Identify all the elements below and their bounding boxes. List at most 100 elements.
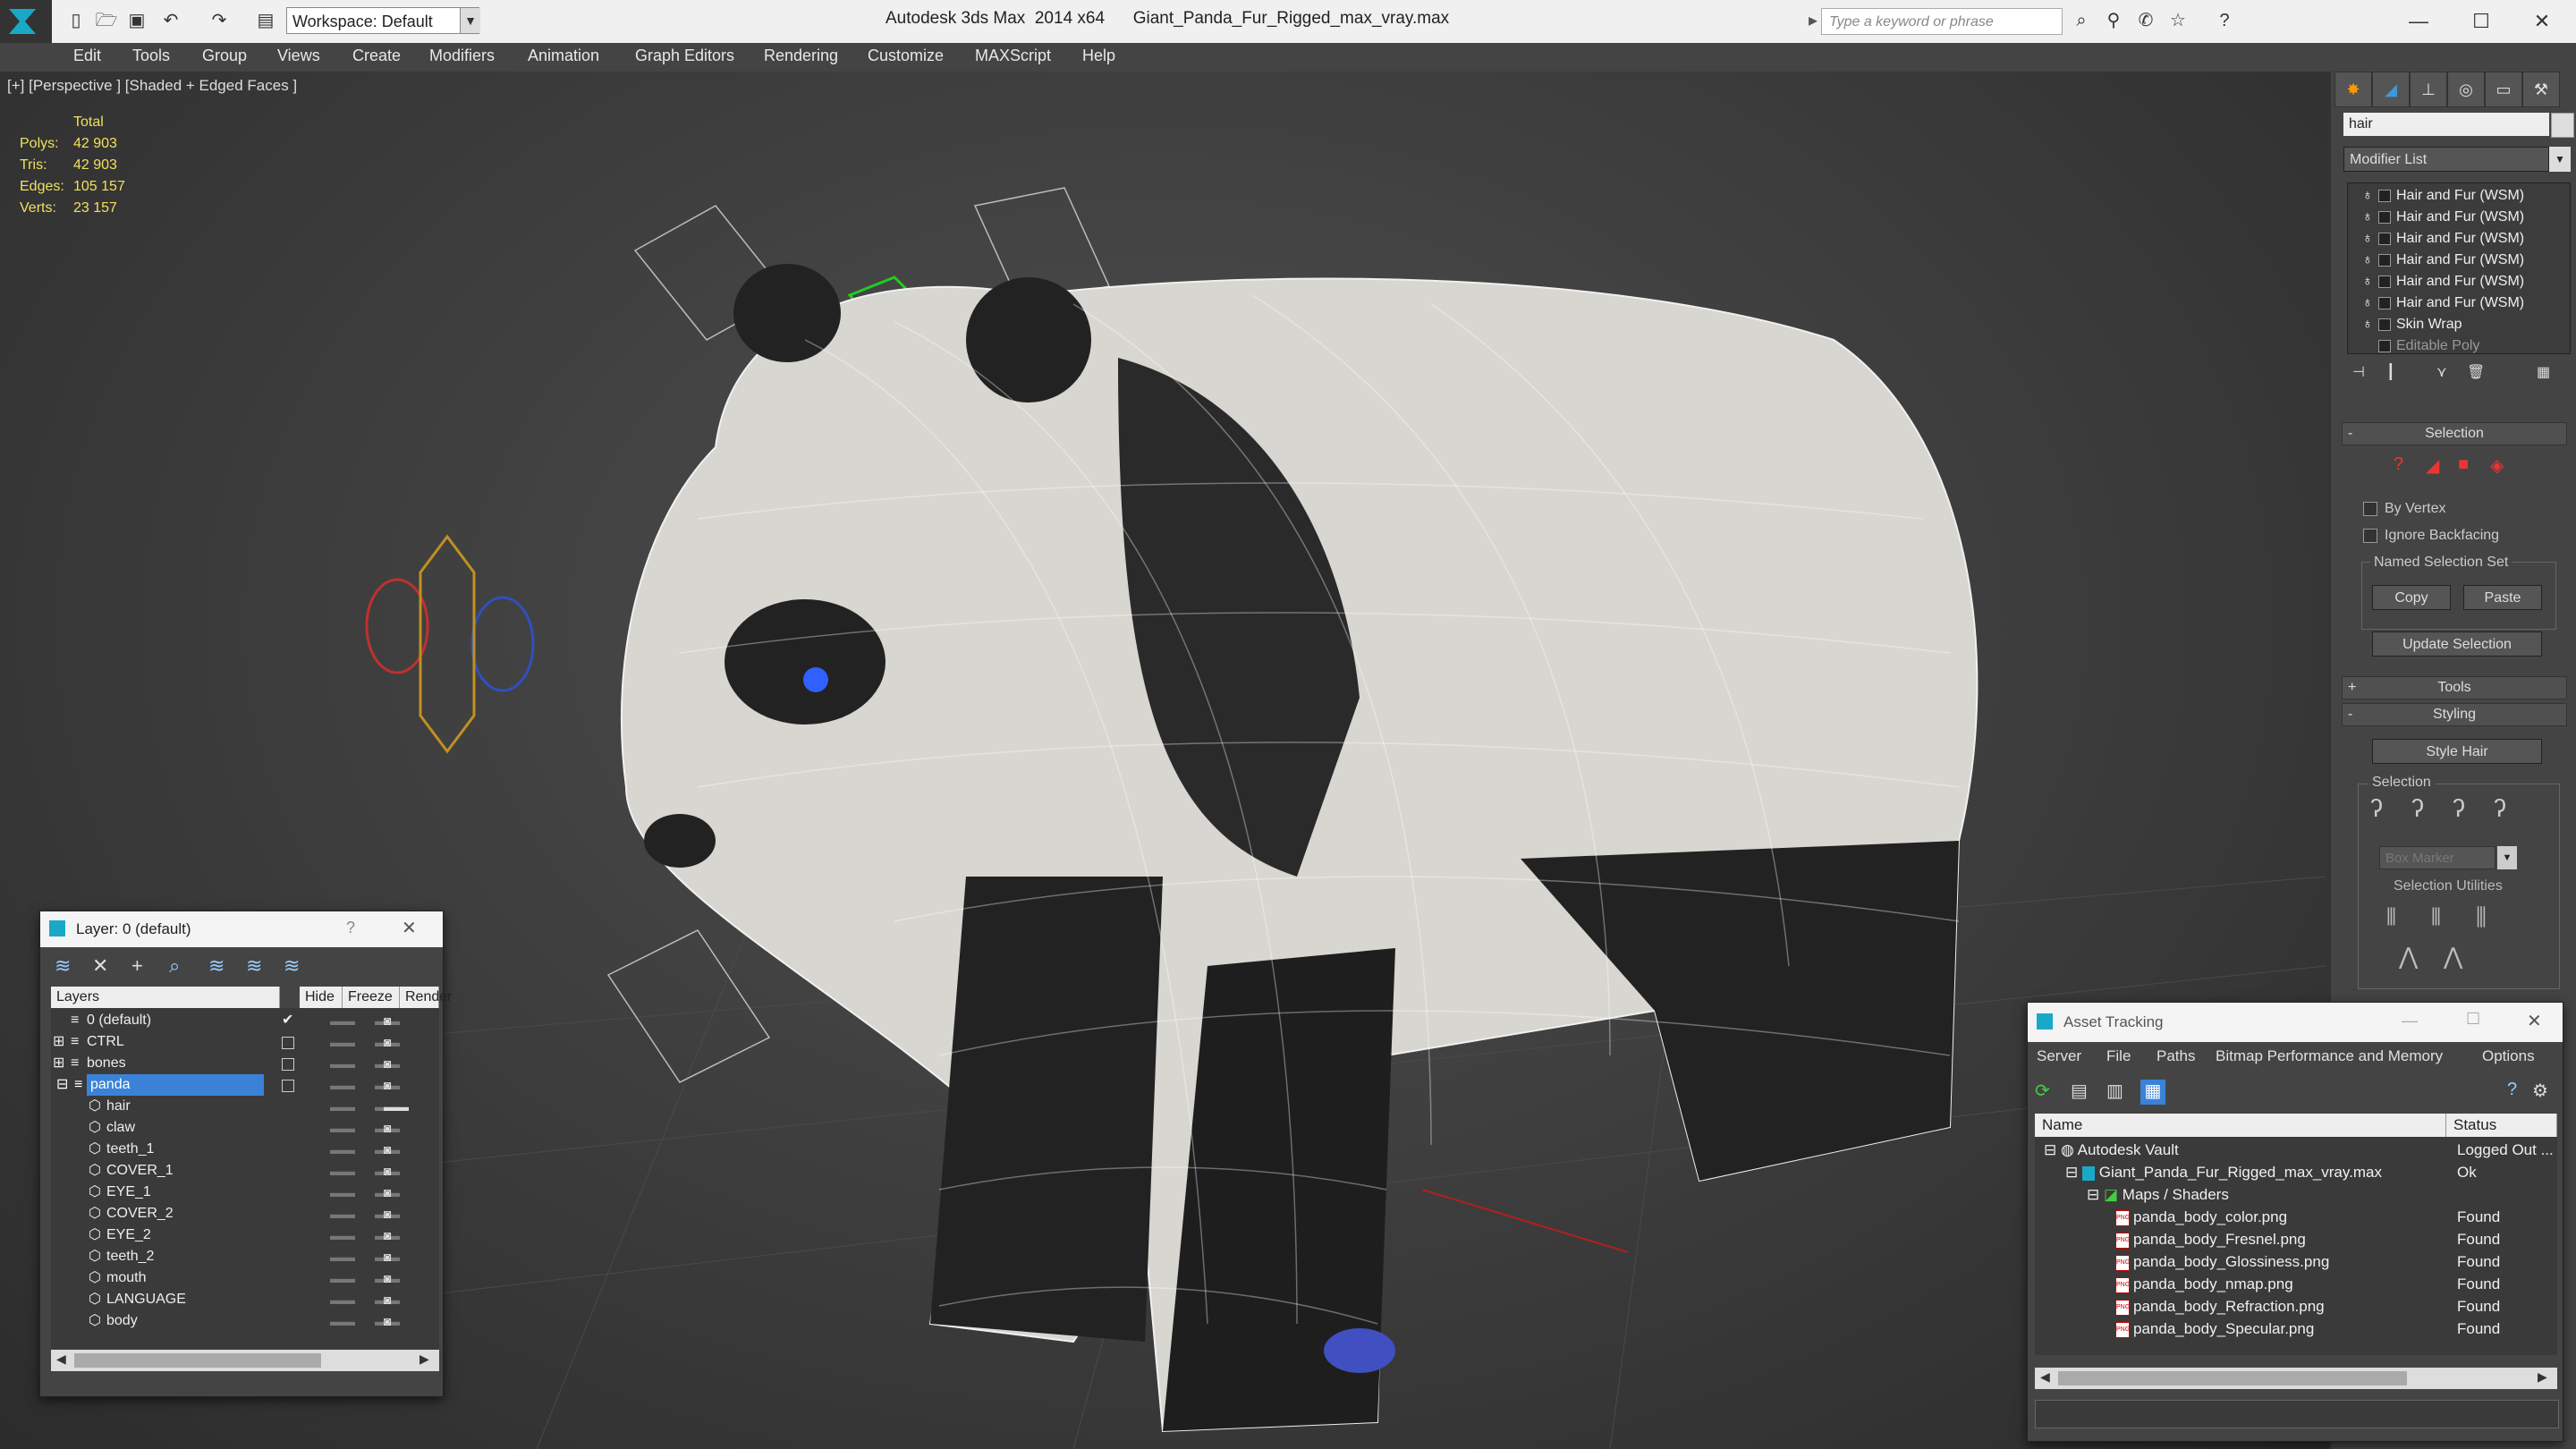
paste-button[interactable]: Paste [2463, 585, 2542, 610]
stack-item[interactable]: Editable Poly [2362, 335, 2563, 353]
stack-item[interactable]: ♁ Hair and Fur (WSM) [2362, 185, 2563, 207]
current-layer-check-icon[interactable]: ✔ [282, 1010, 293, 1031]
delete-layer-icon[interactable]: ✕ [92, 954, 108, 978]
object-name-field[interactable]: hair [2343, 113, 2549, 136]
menu-maxscript[interactable]: MAXScript [975, 47, 1051, 65]
select-whole-guide-icon[interactable]: ʔ [2411, 794, 2424, 823]
select-guide-by-root-icon[interactable]: ʔ [2494, 794, 2506, 823]
show-hidden-icon[interactable]: ⋀ [2444, 943, 2462, 970]
open-file-icon[interactable]: 🗁 [95, 9, 118, 32]
menu-server[interactable]: Server [2037, 1047, 2081, 1065]
hide-all-layers-icon[interactable]: ≋ [246, 954, 262, 978]
menu-tools[interactable]: Tools [132, 47, 170, 65]
binoculars-icon[interactable]: ⌕ [2070, 9, 2093, 32]
project-folder-icon[interactable]: ▤ [254, 9, 277, 32]
stack-item[interactable]: ♁ Hair and Fur (WSM) [2362, 228, 2563, 250]
render-icon[interactable]: ◙ [384, 1182, 391, 1203]
expand-selection-icon[interactable]: ⫼ [2476, 903, 2487, 932]
help-button[interactable]: ? [346, 919, 355, 937]
redo-icon[interactable]: ↷ [208, 9, 231, 32]
maximize-button[interactable]: ☐ [2466, 1010, 2480, 1029]
chevron-down-icon[interactable]: ▼ [2549, 147, 2571, 172]
column-freeze[interactable]: Freeze [343, 987, 400, 1008]
asset-row[interactable]: PNG panda_body_Specular.png Found [2035, 1318, 2554, 1340]
face-icon[interactable]: ◢ [2426, 454, 2439, 477]
collapse-minus-icon[interactable]: ⊟ [2087, 1186, 2099, 1203]
lightbulb-icon[interactable]: ♁ [2362, 250, 2375, 271]
layer-row[interactable]: ⬡ body ▬▬ ▬▬ ◙ [53, 1310, 427, 1332]
lightbulb-icon[interactable]: ♁ [2362, 271, 2375, 292]
asset-row[interactable]: PNG panda_body_color.png Found [2035, 1206, 2554, 1228]
collapse-minus-icon[interactable]: ⊟ [2065, 1164, 2078, 1181]
undo-icon[interactable]: ↶ [159, 9, 182, 32]
render-icon[interactable]: ◙ [384, 1267, 391, 1289]
column-render[interactable]: Render [400, 987, 452, 1008]
horizontal-scrollbar[interactable]: ◀ ▶ [51, 1350, 439, 1371]
menu-customize[interactable]: Customize [868, 47, 944, 65]
invert-selection-icon[interactable]: ⫴ [2386, 903, 2396, 932]
column-status[interactable]: Status [2446, 1114, 2557, 1137]
selection-rollout-header[interactable]: - Selection [2342, 422, 2567, 445]
expand-plus-icon[interactable]: ⊞ [53, 1053, 64, 1074]
render-icon[interactable]: ◙ [384, 1010, 391, 1031]
lightbulb-icon[interactable]: ♁ [2362, 292, 2375, 314]
stack-item[interactable]: ♁ Hair and Fur (WSM) [2362, 292, 2563, 314]
render-icon[interactable]: ◙ [384, 1031, 391, 1053]
configure-sets-icon[interactable]: ▦ [2537, 363, 2550, 381]
utilities-tab-icon[interactable]: ⚒ [2522, 72, 2560, 107]
workspace-select[interactable]: Workspace: Default [286, 7, 479, 34]
horizontal-scrollbar[interactable]: ◀ ▶ [2035, 1368, 2557, 1389]
help-icon[interactable]: ? [2507, 1080, 2517, 1100]
box-marker-select[interactable]: Box Marker [2379, 846, 2496, 869]
lightbulb-icon[interactable]: ♁ [2362, 314, 2375, 335]
column-hide[interactable]: Hide [300, 987, 343, 1008]
layer-row[interactable]: ⬡ EYE_1 ▬▬ ▬▬ ◙ [53, 1182, 427, 1203]
chevron-down-icon[interactable]: ▼ [2497, 846, 2517, 869]
minimize-button[interactable]: — [2392, 4, 2445, 39]
new-file-icon[interactable]: ▯ [64, 9, 88, 32]
rotate-selection-icon[interactable]: ⫴ [2431, 903, 2441, 932]
menu-paths[interactable]: Paths [2157, 1047, 2195, 1065]
hierarchy-tab-icon[interactable]: ⊥ [2410, 72, 2447, 107]
scroll-right-icon[interactable]: ▶ [2538, 1369, 2547, 1385]
layer-window-titlebar[interactable]: Layer: 0 (default) ? ✕ [40, 911, 443, 947]
render-icon[interactable]: ◙ [384, 1074, 391, 1096]
tools-rollout-header[interactable]: + Tools [2342, 676, 2567, 699]
settings-icon[interactable]: ⚙ [2532, 1080, 2548, 1102]
render-icon[interactable]: ◙ [384, 1224, 391, 1246]
scroll-thumb[interactable] [74, 1353, 321, 1368]
maximize-button[interactable]: ☐ [2454, 4, 2508, 39]
stack-item[interactable]: ♁ Skin Wrap [2362, 314, 2563, 335]
lightbulb-icon[interactable]: ♁ [2362, 185, 2375, 207]
layer-row[interactable]: ⬡ EYE_2 ▬▬ ▬▬ ◙ [53, 1224, 427, 1246]
asset-row[interactable]: ⊟ Giant_Panda_Fur_Rigged_max_vray.max Ok [2035, 1161, 2554, 1183]
search-input[interactable]: Type a keyword or phrase [1821, 8, 2063, 35]
scroll-thumb[interactable] [2058, 1371, 2407, 1385]
menu-bitmap-performance[interactable]: Bitmap Performance and Memory [2216, 1047, 2443, 1065]
update-selection-button[interactable]: Update Selection [2372, 631, 2542, 657]
asset-row[interactable]: ⊟ ◪ Maps / Shaders [2035, 1183, 2554, 1206]
ignore-backfacing-checkbox[interactable]: Ignore Backfacing [2363, 528, 2499, 544]
close-icon[interactable]: ✕ [402, 917, 417, 939]
modifier-stack[interactable]: ♁ Hair and Fur (WSM) ♁ Hair and Fur (WSM) … [2347, 182, 2571, 354]
polygon-icon[interactable]: ■ [2458, 454, 2469, 475]
layer-row[interactable]: ⬡ mouth ▬▬ ▬▬ ◙ [53, 1267, 427, 1289]
menu-edit[interactable]: Edit [73, 47, 101, 65]
menu-rendering[interactable]: Rendering [764, 47, 838, 65]
render-icon[interactable]: ◙ [384, 1310, 391, 1332]
element-icon[interactable]: ◈ [2490, 454, 2504, 477]
render-icon[interactable]: ◙ [384, 1053, 391, 1074]
chevron-down-icon[interactable]: ▼ [460, 8, 480, 33]
app-logo-icon[interactable] [0, 0, 52, 43]
modify-tab-icon[interactable]: ◢ [2372, 72, 2410, 107]
highlight-selected-icon[interactable]: ≋ [208, 954, 225, 978]
scroll-left-icon[interactable]: ◀ [56, 1352, 66, 1367]
communication-icon[interactable]: ✆ [2134, 9, 2157, 32]
style-hair-button[interactable]: Style Hair [2372, 739, 2542, 764]
asset-row[interactable]: PNG panda_body_nmap.png Found [2035, 1273, 2554, 1295]
table-view-icon[interactable]: ▦ [2140, 1080, 2165, 1105]
current-layer-checkbox[interactable] [282, 1058, 294, 1071]
layer-row[interactable]: ⬡ hair ▬▬ ▬▬ ▬▬ [53, 1096, 427, 1117]
copy-button[interactable]: Copy [2372, 585, 2451, 610]
current-layer-checkbox[interactable] [282, 1037, 294, 1049]
